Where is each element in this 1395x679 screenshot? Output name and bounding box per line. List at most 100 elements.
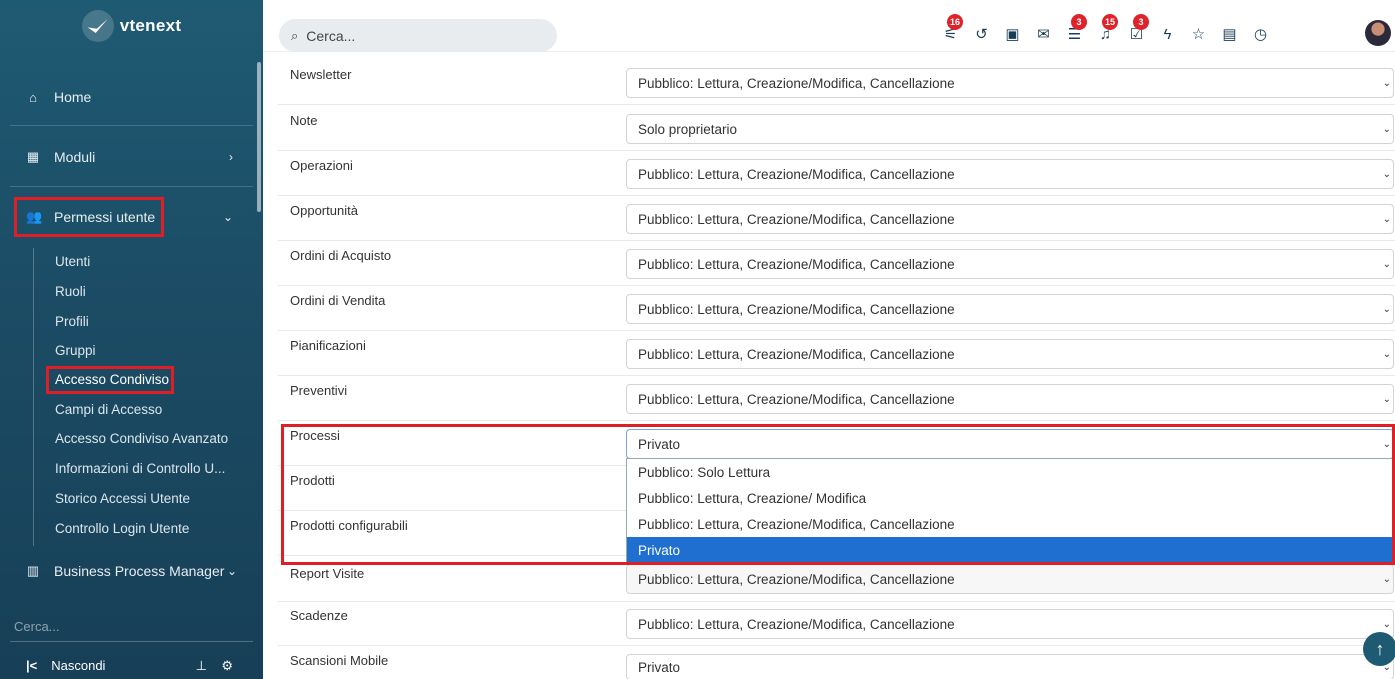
- row-label: Pianificazioni: [290, 338, 366, 353]
- tasks-badge: 3: [1133, 14, 1149, 30]
- processes-badge: 16: [947, 14, 964, 30]
- collapse-icon[interactable]: |<: [26, 658, 37, 673]
- row-scansioni-mobile: Scansioni Mobile Privato ⌄: [278, 646, 1395, 679]
- chat-icon[interactable]: ☰ 3: [1059, 14, 1090, 46]
- row-newsletter: Newsletter Pubblico: Lettura, Creazione/…: [278, 60, 1395, 105]
- select-value: Pubblico: Lettura, Creazione/Modifica, C…: [638, 256, 955, 272]
- chevron-down-icon: ⌄: [1382, 303, 1391, 315]
- processes-icon[interactable]: ⚟ 16: [935, 14, 966, 46]
- nav-business-process-manager[interactable]: ▥ Business Process Manager ⌄: [0, 551, 255, 591]
- chevron-down-icon: ⌄: [1382, 168, 1391, 180]
- submenu-campi-accesso[interactable]: Campi di Accesso: [55, 402, 162, 417]
- top-header: ⌕ Cerca... ⚟ 16 ↺ ▣ ✉ ☰ 3 ♫ 15 ☑ 3 ϟ ☆ ▤ ◷: [263, 0, 1395, 52]
- submenu-controllo-login[interactable]: Controllo Login Utente: [55, 521, 189, 536]
- chevron-down-icon: ⌄: [222, 210, 233, 224]
- submenu-utenti[interactable]: Utenti: [55, 254, 90, 269]
- row-note: Note Solo proprietario ⌄: [278, 106, 1395, 151]
- grid-icon: ▦: [26, 149, 40, 164]
- row-preventivi: Preventivi Pubblico: Lettura, Creazione/…: [278, 376, 1395, 421]
- bell-icon[interactable]: ♫ 15: [1090, 14, 1121, 46]
- submenu-informazioni-controllo[interactable]: Informazioni di Controllo U...: [55, 461, 225, 476]
- chevron-down-icon: ⌄: [1382, 618, 1391, 630]
- permission-select[interactable]: Pubblico: Lettura, Creazione/Modifica, C…: [626, 204, 1394, 234]
- row-pianificazioni: Pianificazioni Pubblico: Lettura, Creazi…: [278, 331, 1395, 376]
- header-icons: ⚟ 16 ↺ ▣ ✉ ☰ 3 ♫ 15 ☑ 3 ϟ ☆ ▤ ◷: [935, 14, 1276, 46]
- permission-select[interactable]: Pubblico: Lettura, Creazione/Modifica, C…: [626, 609, 1394, 639]
- timer-icon[interactable]: ◷: [1245, 22, 1276, 46]
- app-logo[interactable]: vtenext: [0, 0, 263, 52]
- permission-select[interactable]: Pubblico: Lettura, Creazione/Modifica, C…: [626, 159, 1394, 189]
- star-icon[interactable]: ☆: [1183, 22, 1214, 46]
- select-value: Solo proprietario: [638, 121, 738, 137]
- select-value: Pubblico: Lettura, Creazione/Modifica, C…: [638, 391, 955, 407]
- permission-select[interactable]: Pubblico: Lettura, Creazione/Modifica, C…: [626, 294, 1394, 324]
- permission-select[interactable]: Pubblico: Lettura, Creazione/Modifica, C…: [626, 564, 1394, 594]
- home-icon: ⌂: [29, 89, 37, 105]
- document-icon[interactable]: ▤: [1214, 22, 1245, 46]
- row-ordini-acquisto: Ordini di Acquisto Pubblico: Lettura, Cr…: [278, 241, 1395, 286]
- avatar[interactable]: [1365, 20, 1391, 46]
- app-name: vtenext: [119, 16, 182, 35]
- building-icon: ▥: [26, 563, 40, 578]
- global-search-input[interactable]: ⌕ Cerca...: [279, 19, 557, 52]
- pin-icon[interactable]: ⊥: [196, 658, 207, 674]
- select-value: Pubblico: Lettura, Creazione/Modifica, C…: [638, 211, 955, 227]
- select-value: Pubblico: Lettura, Creazione/Modifica, C…: [638, 75, 955, 91]
- submenu-profili[interactable]: Profili: [55, 314, 89, 329]
- row-label: Ordini di Vendita: [290, 293, 386, 308]
- permission-select[interactable]: Solo proprietario ⌄: [626, 114, 1394, 144]
- nav-bpm-label: Business Process Manager: [54, 563, 225, 579]
- sidebar-scrollbar[interactable]: [255, 52, 263, 592]
- chevron-down-icon: ⌄: [1382, 123, 1391, 135]
- row-opportunita: Opportunità Pubblico: Lettura, Creazione…: [278, 196, 1395, 241]
- row-operazioni: Operazioni Pubblico: Lettura, Creazione/…: [278, 151, 1395, 196]
- chevron-down-icon: ⌄: [1382, 213, 1391, 225]
- permission-select[interactable]: Pubblico: Lettura, Creazione/Modifica, C…: [626, 68, 1394, 98]
- submenu-accesso-avanzato[interactable]: Accesso Condiviso Avanzato: [55, 431, 228, 446]
- nav-moduli-label: Moduli: [54, 149, 96, 165]
- select-value: Pubblico: Lettura, Creazione/Modifica, C…: [638, 346, 955, 362]
- tasks-icon[interactable]: ☑ 3: [1121, 14, 1152, 46]
- gear-icon[interactable]: ⚙: [221, 658, 233, 674]
- chevron-down-icon: ⌄: [1382, 258, 1391, 270]
- permission-select[interactable]: Pubblico: Lettura, Creazione/Modifica, C…: [626, 339, 1394, 369]
- row-label: Scansioni Mobile: [290, 653, 389, 668]
- permission-select[interactable]: Pubblico: Lettura, Creazione/Modifica, C…: [626, 384, 1394, 414]
- row-label: Preventivi: [290, 383, 348, 398]
- select-value: Pubblico: Lettura, Creazione/Modifica, C…: [638, 571, 955, 587]
- sidebar: vtenext ⌂ Home ▦ Moduli › 👥 Permessi ute…: [0, 0, 263, 679]
- search-icon: ⌕: [291, 27, 299, 43]
- select-value: Pubblico: Lettura, Creazione/Modifica, C…: [638, 166, 955, 182]
- permission-select[interactable]: Pubblico: Lettura, Creazione/Modifica, C…: [626, 249, 1394, 279]
- arrow-up-icon: ↑: [1375, 638, 1385, 659]
- hide-sidebar-button[interactable]: Nascondi: [51, 658, 105, 673]
- row-label: Ordini di Acquisto: [290, 248, 392, 263]
- row-scadenze: Scadenze Pubblico: Lettura, Creazione/Mo…: [278, 601, 1395, 646]
- permission-select[interactable]: Privato ⌄: [626, 654, 1394, 679]
- nav-home-label: Home: [54, 89, 92, 105]
- chevron-down-icon: ⌄: [226, 564, 237, 578]
- select-value: Pubblico: Lettura, Creazione/Modifica, C…: [638, 616, 955, 632]
- mail-icon[interactable]: ✉: [1028, 22, 1059, 46]
- submenu-gruppi[interactable]: Gruppi: [55, 343, 96, 358]
- calendar-icon[interactable]: ▣: [997, 22, 1028, 46]
- lightning-icon[interactable]: ϟ: [1152, 22, 1183, 46]
- sidebar-search-input[interactable]: Cerca...: [10, 612, 253, 642]
- select-value: Pubblico: Lettura, Creazione/Modifica, C…: [638, 301, 955, 317]
- scrollbar-thumb[interactable]: [257, 62, 261, 212]
- row-label: Note: [290, 113, 318, 128]
- row-label: Scadenze: [290, 608, 348, 623]
- submenu-ruoli[interactable]: Ruoli: [55, 284, 86, 299]
- scroll-top-button[interactable]: ↑: [1363, 632, 1395, 666]
- chat-badge: 3: [1071, 14, 1087, 30]
- notifications-badge: 15: [1102, 14, 1119, 30]
- select-value: Privato: [638, 659, 681, 675]
- history-icon[interactable]: ↺: [966, 22, 997, 46]
- chevron-down-icon: ⌄: [1382, 573, 1391, 585]
- submenu-storico-accessi[interactable]: Storico Accessi Utente: [55, 491, 190, 506]
- divider: [10, 186, 253, 187]
- nav-home[interactable]: ⌂ Home: [0, 77, 255, 117]
- row-label: Newsletter: [290, 67, 352, 82]
- nav-moduli[interactable]: ▦ Moduli ›: [0, 137, 255, 177]
- highlight-processi: [281, 424, 1395, 565]
